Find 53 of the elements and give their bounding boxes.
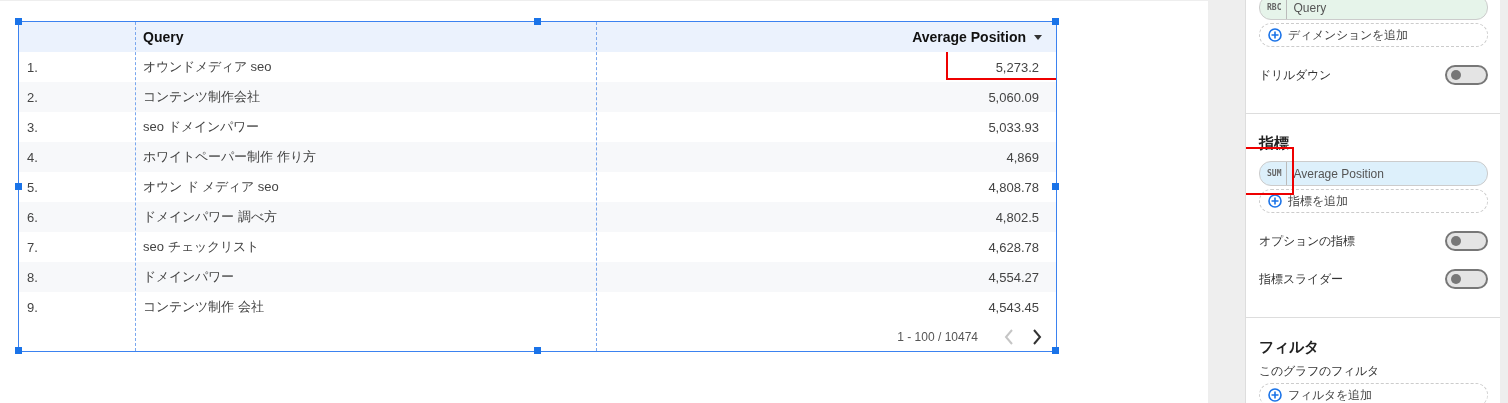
toggle-label: 指標スライダー	[1259, 270, 1343, 288]
value-cell: 4,543.45	[988, 299, 1039, 315]
value-cell: 4,808.78	[988, 179, 1039, 195]
row-number: 7.	[27, 239, 38, 255]
pagination-range: 1 - 100 / 10474	[897, 329, 978, 344]
field-type-label: SUM	[1260, 162, 1288, 185]
resize-handle[interactable]	[15, 18, 22, 25]
row-number: 2.	[27, 89, 38, 105]
toggle-switch[interactable]	[1445, 231, 1488, 251]
resize-handle[interactable]	[1052, 182, 1059, 190]
plus-circle-icon	[1268, 28, 1282, 42]
sort-caret-icon[interactable]	[1034, 34, 1042, 40]
value-cell: 4,802.5	[995, 209, 1039, 225]
toggle-switch[interactable]	[1445, 269, 1488, 289]
query-cell: ドメインパワー	[143, 268, 234, 286]
resize-handle[interactable]	[1052, 347, 1059, 354]
query-cell: オウンドメディア seo	[143, 58, 272, 76]
value-cell: 4,628.78	[988, 239, 1039, 255]
value-cell: 4,869	[1006, 149, 1039, 165]
query-cell: ホワイトペーパー制作 作り方	[143, 148, 316, 166]
query-cell: コンテンツ制作会社	[143, 88, 260, 106]
query-cell: コンテンツ制作 会社	[143, 298, 264, 316]
value-cell: 5,033.93	[988, 119, 1039, 135]
resize-handle[interactable]	[533, 347, 541, 354]
row-number: 9.	[27, 299, 38, 315]
resize-handle[interactable]	[533, 18, 541, 25]
toggle-label: オプションの指標	[1259, 232, 1355, 250]
row-number: 4.	[27, 149, 38, 165]
column-header[interactable]: Average Position	[912, 29, 1026, 45]
query-cell: seo チェックリスト	[143, 238, 259, 256]
row-number: 8.	[27, 269, 38, 285]
section-heading: フィルタ	[1259, 337, 1320, 357]
toggle-switch[interactable]	[1445, 65, 1488, 85]
query-cell: オウン ド メディア seo	[143, 178, 279, 196]
filter-caption: このグラフのフィルタ	[1259, 363, 1380, 380]
field-type-label: RBC	[1260, 0, 1288, 19]
value-cell: 5,273.2	[995, 59, 1039, 75]
plus-circle-icon	[1268, 194, 1282, 208]
plus-circle-icon	[1268, 388, 1282, 402]
query-cell: seo ドメインパワー	[143, 118, 259, 136]
column-header[interactable]: Query	[143, 29, 184, 45]
resize-handle[interactable]	[1052, 18, 1059, 25]
row-number: 5.	[27, 179, 38, 195]
row-number: 1.	[27, 59, 38, 75]
toggle-label: ドリルダウン	[1259, 66, 1331, 84]
query-cell: ドメインパワー 調べ方	[143, 208, 277, 226]
resize-handle[interactable]	[15, 182, 22, 190]
value-cell: 4,554.27	[988, 269, 1039, 285]
field-chip[interactable]: SUM Average Position	[1259, 161, 1488, 186]
row-number: 6.	[27, 209, 38, 225]
row-number: 3.	[27, 119, 38, 135]
resize-handle[interactable]	[15, 347, 22, 354]
value-cell: 5,060.09	[988, 89, 1039, 105]
